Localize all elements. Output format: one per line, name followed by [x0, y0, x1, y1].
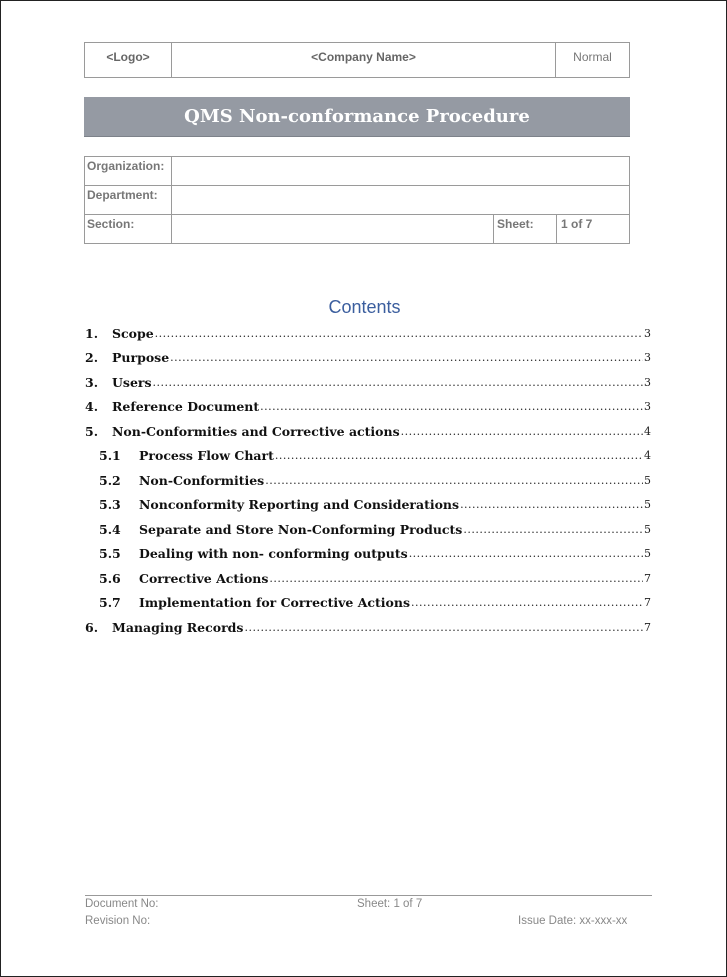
toc-entry-page: 3	[644, 326, 651, 340]
document-page: <Logo> <Company Name> Normal QMS Non-con…	[0, 0, 727, 977]
toc-entry[interactable]: 5.4 Separate and Store Non-Conforming Pro…	[85, 517, 651, 542]
department-label: Department:	[85, 186, 172, 214]
toc-dot-leader	[409, 547, 643, 560]
sheet-label: Sheet:	[493, 215, 557, 243]
toc-entry[interactable]: 5.1 Process Flow Chart 4	[85, 444, 651, 469]
toc-entry-label: Users	[112, 374, 152, 390]
toc-entry-page: 7	[644, 620, 651, 634]
toc-dot-leader	[153, 376, 643, 389]
organization-label: Organization:	[85, 157, 172, 185]
toc-entry-page: 5	[644, 473, 651, 487]
toc-entry-page: 5	[644, 498, 651, 512]
toc-entry-number: 5.6	[99, 570, 121, 586]
info-table: Organization: Department: Section: Sheet…	[84, 156, 630, 244]
footer-sheet: Sheet: 1 of 7	[357, 898, 423, 910]
toc-entry-page: 3	[644, 351, 651, 365]
toc-entry-label: Implementation for Corrective Actions	[139, 595, 411, 611]
department-value	[172, 186, 629, 214]
toc-dot-leader	[460, 498, 643, 511]
toc-entry-label: Reference Document	[112, 399, 260, 415]
toc-dot-leader	[463, 523, 643, 536]
toc-dot-leader	[155, 327, 643, 340]
toc-entry-label: Purpose	[112, 350, 170, 366]
toc-entry[interactable]: 4. Reference Document 3	[85, 395, 651, 420]
footer-divider	[85, 895, 652, 896]
toc-entry-number: 5.1	[99, 448, 121, 464]
toc-entry-page: 4	[644, 424, 651, 438]
toc-entry-label: Non-Conformities and Corrective actions	[112, 423, 400, 439]
toc-entry-number: 5.3	[99, 497, 121, 513]
department-row: Department:	[85, 186, 629, 215]
toc-entry-page: 5	[644, 522, 651, 536]
toc-entry[interactable]: 6. Managing Records 7	[85, 615, 651, 640]
toc-dot-leader	[401, 425, 643, 438]
toc-entry[interactable]: 5.3 Nonconformity Reporting and Considera…	[85, 493, 651, 518]
toc-entry-label: Scope	[112, 325, 154, 341]
document-title: QMS Non-conformance Procedure	[84, 97, 630, 137]
company-name: <Company Name>	[172, 43, 556, 77]
toc-entry-number: 1.	[85, 325, 99, 341]
toc-entry[interactable]: 3. Users 3	[85, 370, 651, 395]
toc-entry-page: 7	[644, 571, 651, 585]
toc-entry-page: 4	[644, 449, 651, 463]
toc-entry-label: Managing Records	[112, 619, 244, 635]
footer-issue-date: Issue Date: xx-xxx-xx	[518, 915, 628, 927]
toc-entry-number: 5.	[85, 423, 99, 439]
toc-dot-leader	[244, 621, 643, 634]
sheet-value: 1 of 7	[561, 217, 593, 231]
toc-entry-number: 6.	[85, 619, 99, 635]
toc-entry-number: 3.	[85, 374, 99, 390]
toc-entry[interactable]: 5.2 Non-Conformities 5	[85, 468, 651, 493]
toc-entry-number: 4.	[85, 399, 99, 415]
section-row: Section: Sheet: 1 of 7	[85, 215, 629, 243]
toc-entry-label: Dealing with non- conforming outputs	[139, 546, 408, 562]
toc-entry-label: Process Flow Chart	[139, 448, 274, 464]
toc-entry-page: 3	[644, 375, 651, 389]
toc-dot-leader	[411, 596, 643, 609]
toc-entry-label: Non-Conformities	[139, 472, 265, 488]
table-of-contents: 1. Scope 3 2. Purpose 3 3. Users 3 4. Reference Do…	[85, 321, 651, 640]
toc-entry-label: Corrective Actions	[139, 570, 269, 586]
toc-entry[interactable]: 5.6 Corrective Actions 7	[85, 566, 651, 591]
toc-entry-page: 5	[644, 547, 651, 561]
section-value	[172, 215, 493, 243]
toc-entry-number: 5.7	[99, 595, 121, 611]
logo-placeholder: <Logo>	[85, 43, 172, 77]
toc-entry-page: 3	[644, 400, 651, 414]
toc-entry[interactable]: 2. Purpose 3	[85, 346, 651, 371]
toc-entry[interactable]: 5.7 Implementation for Corrective Actions…	[85, 591, 651, 616]
toc-dot-leader	[269, 572, 643, 585]
toc-entry-number: 5.2	[99, 472, 121, 488]
toc-dot-leader	[265, 474, 643, 487]
organization-row: Organization:	[85, 157, 629, 186]
classification-label: Normal	[573, 50, 612, 64]
toc-entry-number: 5.4	[99, 521, 121, 537]
section-label: Section:	[85, 215, 172, 243]
toc-entry-number: 5.5	[99, 546, 121, 562]
toc-entry-label: Separate and Store Non-Conforming Produc…	[139, 521, 463, 537]
toc-entry-label: Nonconformity Reporting and Consideratio…	[139, 497, 460, 513]
footer-document-no: Document No:	[85, 898, 159, 910]
footer-revision-no: Revision No:	[85, 915, 151, 927]
organization-value	[172, 157, 629, 185]
toc-entry[interactable]: 5. Non-Conformities and Corrective action…	[85, 419, 651, 444]
toc-dot-leader	[260, 400, 643, 413]
contents-heading: Contents	[328, 297, 401, 317]
toc-entry-number: 2.	[85, 350, 99, 366]
toc-dot-leader	[170, 351, 643, 364]
toc-entry[interactable]: 5.5 Dealing with non- conforming outputs 5	[85, 542, 651, 567]
header-table: <Logo> <Company Name> Normal	[84, 42, 630, 78]
toc-entry-page: 7	[644, 596, 651, 610]
toc-dot-leader	[275, 449, 643, 462]
toc-entry[interactable]: 1. Scope 3	[85, 321, 651, 346]
